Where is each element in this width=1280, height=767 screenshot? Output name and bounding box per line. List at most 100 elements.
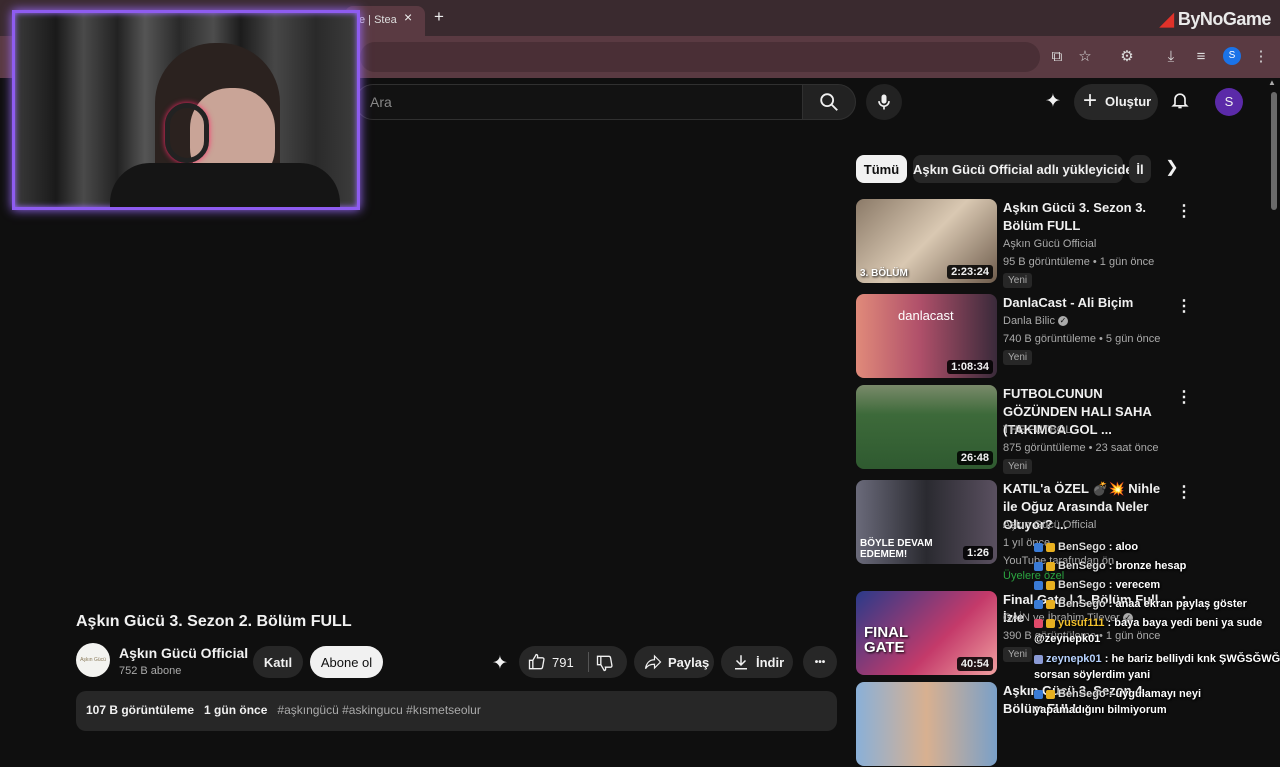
webcam-overlay (12, 10, 360, 210)
search-placeholder: Ara (370, 94, 392, 110)
address-bar[interactable] (360, 42, 1040, 72)
browser-menu-icon[interactable]: ⋮ (1250, 46, 1272, 68)
chip-related[interactable]: İl (1129, 155, 1151, 183)
scrollbar-thumb[interactable] (1271, 92, 1277, 210)
share-icon (644, 654, 662, 670)
share-label: Paylaş (668, 655, 710, 670)
platform-icon (1034, 542, 1043, 552)
search-input[interactable]: Ara (355, 84, 803, 120)
microphone-icon (878, 94, 890, 110)
video-title[interactable]: DanlaCast - Ali Biçim (1003, 294, 1169, 312)
chat-message: BenSego : anaa ekran paylaş göster (1034, 598, 1247, 610)
platform-icon (1034, 561, 1043, 571)
hashtags[interactable]: #aşkıngücü #askingucu #kısmetseolur (277, 703, 480, 717)
video-duration: 2:23:24 (947, 265, 993, 279)
recommended-video[interactable]: BÖYLE DEVAM EDEMEM! 1:26 KATIL'a ÖZEL 💣💥… (856, 480, 1196, 582)
channel-name[interactable]: Aşkın Gücü Official (119, 645, 248, 661)
recommended-video[interactable]: 26:48 FUTBOLCUNUN GÖZÜNDEN HALI SAHA (TA… (856, 385, 1196, 474)
subscriber-count: 752 B abone (119, 665, 182, 677)
chat-message: BenSego : aloo (1034, 541, 1138, 553)
chat-text: @zeynepk01 (1034, 633, 1101, 645)
video-thumbnail[interactable]: FINAL GATE 40:54 (856, 591, 997, 675)
chevron-right-icon[interactable]: ❯ (1160, 157, 1184, 181)
search-icon (820, 93, 838, 111)
video-thumbnail[interactable]: BÖYLE DEVAM EDEMEM! 1:26 (856, 480, 997, 564)
channel-name[interactable]: Aşkın Gücü Official (1003, 519, 1096, 531)
view-count: 107 B görüntüleme (86, 703, 195, 717)
media-control-icon[interactable]: ≡ (1190, 46, 1212, 68)
premium-sparkle-icon[interactable]: ✦ (492, 652, 508, 675)
chip-all[interactable]: Tümü (856, 155, 907, 183)
create-button[interactable]: + Oluştur (1074, 84, 1158, 120)
chat-user: zeynepk01 (1046, 653, 1102, 665)
recommended-video[interactable]: danlacast 1:08:34 DanlaCast - Ali Biçim … (856, 294, 1196, 379)
chat-user: BenSego (1058, 579, 1106, 591)
flame-icon: ◢ (1160, 9, 1174, 29)
chat-message: yusuf111 : baya baya yedi beni ya sude (1034, 617, 1262, 629)
channel-avatar[interactable]: Aşkın Gücü (76, 643, 110, 677)
description-box[interactable]: 107 B görüntüleme 1 gün önce #aşkıngücü … (76, 691, 837, 731)
scroll-up-arrow-icon[interactable]: ▲ (1268, 78, 1276, 87)
chat-message: BenSego : bronze hesap (1034, 560, 1186, 572)
more-actions-icon[interactable]: ⋮ (1176, 296, 1192, 316)
video-title: Aşkın Gücü 3. Sezon 2. Bölüm FULL (76, 613, 352, 630)
chat-text: : anaa ekran paylaş göster (1108, 598, 1247, 610)
video-duration: 1:08:34 (947, 360, 993, 374)
video-duration: 1:26 (962, 546, 993, 560)
platform-icon (1034, 580, 1043, 590)
create-label: Oluştur (1105, 94, 1152, 109)
chat-text: : he bariz belliydi knk ŞWĞSĞWĞ (1104, 653, 1280, 665)
more-actions-icon[interactable]: ⋮ (1176, 387, 1192, 407)
share-button[interactable]: Paylaş (634, 646, 714, 678)
verified-icon: ✓ (1057, 316, 1068, 327)
download-icon (735, 655, 747, 670)
chip-from-uploader[interactable]: Aşkın Gücü Official adlı yükleyiciden (913, 155, 1141, 183)
video-thumbnail[interactable]: danlacast 1:08:34 (856, 294, 997, 378)
chat-text: : verecem (1108, 579, 1161, 591)
premium-sparkle-icon[interactable]: ✦ (1045, 90, 1061, 113)
channel-name[interactable]: Danla Bilic ✓ (1003, 315, 1068, 327)
download-label: İndir (756, 655, 785, 670)
video-meta: 95 B görüntüleme • 1 gün önce (1003, 256, 1155, 268)
chat-message: BenSego : verecem (1034, 579, 1160, 591)
platform-icon (1034, 618, 1043, 628)
chat-message-continuation: sorsan söylerdim yani (1034, 669, 1150, 681)
browser-profile-avatar[interactable]: S (1223, 47, 1241, 65)
like-divider (588, 652, 589, 672)
streamer-body (110, 163, 340, 207)
bookmark-star-icon[interactable]: ☆ (1074, 46, 1096, 68)
voice-search-button[interactable] (866, 84, 902, 120)
video-title[interactable]: Aşkın Gücü 3. Sezon 3. Bölüm FULL (1003, 199, 1169, 235)
bynogame-watermark: ◢ ByNoGame (1160, 9, 1271, 30)
thumbnail-caption: 3. BÖLÜM (860, 268, 908, 279)
more-actions-icon[interactable]: ⋮ (1176, 201, 1192, 221)
video-thumbnail[interactable]: 3. BÖLÜM 2:23:24 (856, 199, 997, 283)
subscribe-button[interactable]: Abone ol (310, 646, 383, 678)
install-app-icon[interactable]: ⧉ (1046, 46, 1068, 68)
recommended-video[interactable]: 3. BÖLÜM 2:23:24 Aşkın Gücü 3. Sezon 3. … (856, 199, 1196, 288)
new-badge: Yeni (1003, 350, 1033, 365)
youtube-account-avatar[interactable]: S (1215, 88, 1243, 116)
like-icon[interactable] (527, 652, 547, 672)
tab-close-icon[interactable]: × (404, 9, 412, 25)
new-badge: Yeni (1003, 459, 1033, 474)
dislike-icon[interactable] (595, 653, 615, 673)
download-icon[interactable]: ⤓ (1160, 46, 1182, 68)
channel-name[interactable]: THE FUTBOL (1003, 424, 1071, 436)
join-button[interactable]: Katıl (253, 646, 303, 678)
extensions-icon[interactable]: ⚙ (1116, 46, 1138, 68)
page-scrollbar[interactable]: ▲ (1268, 78, 1280, 720)
more-actions-button[interactable]: ••• (803, 646, 837, 678)
badge-icon (1046, 580, 1055, 590)
chat-text: : aloo (1108, 541, 1139, 553)
new-tab-button[interactable]: + (434, 7, 444, 27)
notifications-bell-icon[interactable] (1170, 89, 1190, 116)
chat-user: yusuf111 (1058, 617, 1105, 629)
channel-name[interactable]: Aşkın Gücü Official (1003, 238, 1096, 250)
download-button[interactable]: İndir (721, 646, 793, 678)
video-thumbnail[interactable]: 26:48 (856, 385, 997, 469)
video-duration: 40:54 (956, 657, 993, 671)
video-thumbnail[interactable] (856, 682, 997, 766)
more-actions-icon[interactable]: ⋮ (1176, 482, 1192, 502)
search-button[interactable] (802, 84, 856, 120)
